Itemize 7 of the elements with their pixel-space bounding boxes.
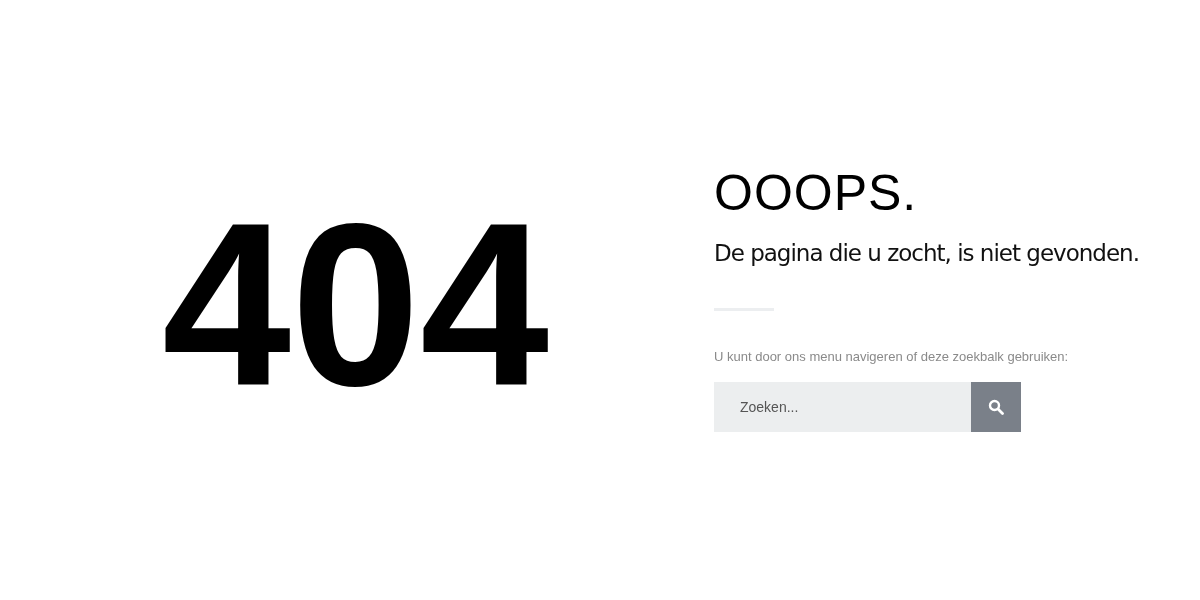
heading: OOOPS. [714, 168, 919, 218]
hint-text: U kunt door ons menu navigeren of deze zoekbalk gebruiken: [714, 349, 1070, 364]
error-code: 404 [162, 189, 550, 421]
search-field[interactable]: Zoeken... [714, 382, 971, 432]
search-button[interactable] [971, 382, 1021, 432]
error-message: De pagina die u zocht, is niet gevonden. [714, 240, 1139, 266]
search-icon [988, 399, 1004, 415]
